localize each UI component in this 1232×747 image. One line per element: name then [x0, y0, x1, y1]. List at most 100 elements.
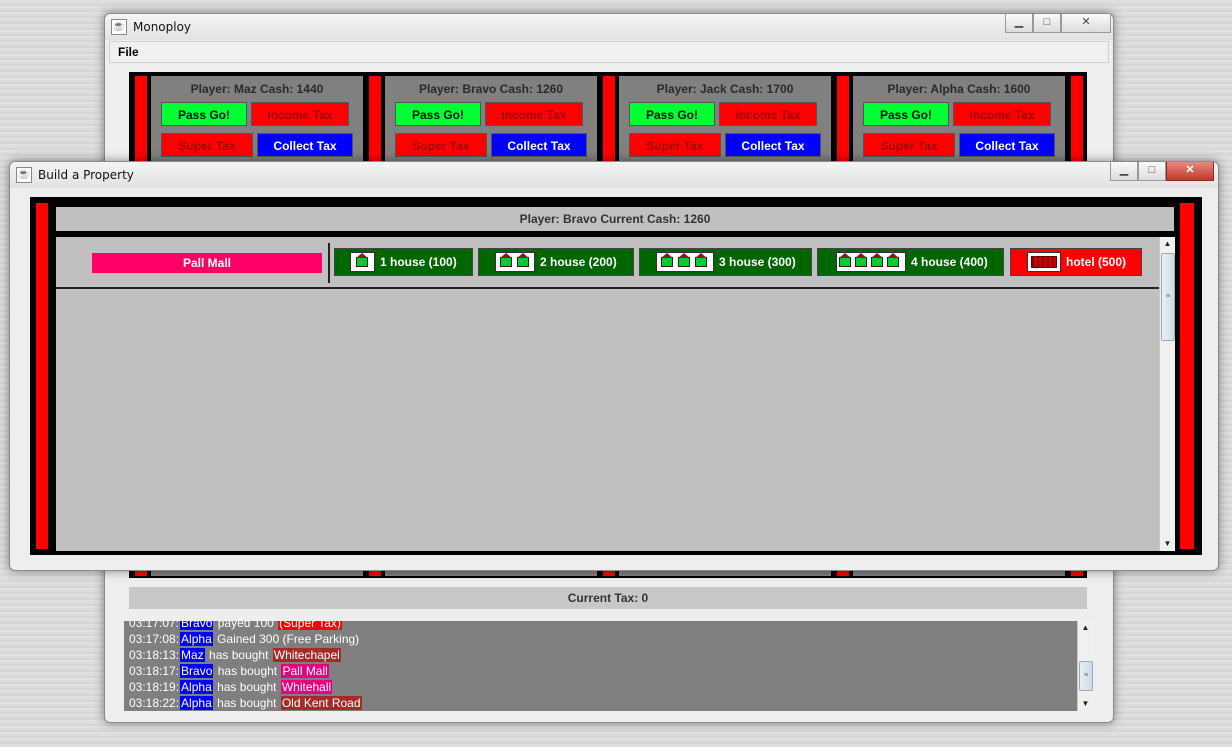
log-entry: 03:18:17: Bravo has bought Pall Mall [128, 663, 329, 679]
option-label: 1 house (100) [380, 255, 457, 269]
log-tag: Whitehall [280, 680, 333, 694]
log-player: Alpha [180, 680, 213, 694]
log-tag: Old Kent Road [280, 696, 362, 710]
super-tax-button[interactable]: Super Tax [395, 133, 487, 157]
minimize-button[interactable]: ▁ [1110, 162, 1138, 181]
super-tax-button[interactable]: Super Tax [629, 133, 721, 157]
scroll-up-arrow-icon[interactable]: ▲ [1160, 237, 1175, 251]
log-text: has bought [214, 664, 281, 678]
pass-go-button[interactable]: Pass Go! [863, 102, 949, 126]
player-header: Player: Maz Cash: 1440 [190, 82, 324, 96]
collect-tax-button[interactable]: Collect Tax [725, 133, 821, 157]
log-time: 03:18:17: [129, 664, 180, 678]
log-time: 03:17:07: [129, 621, 180, 630]
income-tax-button[interactable]: Income Tax [251, 102, 349, 126]
log-entry: 03:17:08: Alpha Gained 300 (Free Parking) [128, 631, 360, 647]
property-name-label: Pall Mall [92, 253, 322, 273]
income-tax-button[interactable]: Income Tax [953, 102, 1051, 126]
house-icon [661, 253, 673, 267]
log-time: 03:18:19: [129, 680, 180, 694]
house-icon [887, 253, 899, 267]
house-icon [356, 253, 368, 267]
pass-go-button[interactable]: Pass Go! [629, 102, 715, 126]
house-icon [656, 252, 714, 272]
maximize-button[interactable]: □ [1138, 162, 1166, 181]
log-text: has bought [205, 648, 272, 662]
java-icon: ☕ [111, 19, 127, 35]
player-header: Player: Alpha Cash: 1600 [887, 82, 1031, 96]
scroll-up-arrow-icon[interactable]: ▲ [1078, 621, 1093, 635]
hotel-icon [1027, 252, 1061, 272]
log-player: Bravo [180, 664, 214, 678]
hotel-icon [1031, 256, 1057, 268]
house-icon [695, 253, 707, 267]
pass-go-button[interactable]: Pass Go! [161, 102, 247, 126]
income-tax-button[interactable]: Income Tax [719, 102, 817, 126]
income-tax-button[interactable]: Income Tax [485, 102, 583, 126]
log-time: 03:17:08: [129, 632, 180, 646]
super-tax-button[interactable]: Super Tax [161, 133, 253, 157]
close-button[interactable]: ✕ [1061, 14, 1111, 33]
house-icon [350, 252, 375, 272]
pass-go-button[interactable]: Pass Go! [395, 102, 481, 126]
log-player: Bravo [180, 621, 214, 630]
scroll-thumb[interactable]: ≡ [1161, 253, 1175, 341]
build-3-house-button[interactable]: 3 house (300) [639, 248, 812, 276]
house-icon [836, 252, 906, 272]
log-text: has bought [213, 680, 280, 694]
collect-tax-button[interactable]: Collect Tax [959, 133, 1055, 157]
super-tax-button[interactable]: Super Tax [863, 133, 955, 157]
event-log: 03:17:07: Bravo payed 100 (Super Tax) 03:… [124, 621, 1093, 711]
house-icon [495, 252, 535, 272]
log-text: Gained 300 (Free Parking) [213, 632, 360, 646]
main-window-title: Monoploy [133, 20, 192, 34]
collect-tax-button[interactable]: Collect Tax [491, 133, 587, 157]
log-entry: 03:17:07: Bravo payed 100 (Super Tax) [128, 621, 342, 631]
frame-side-bar [1180, 203, 1194, 549]
menu-file[interactable]: File [118, 45, 139, 59]
build-property-dialog: ☕ Build a Property ▁ □ ✕ Player: Bravo C… [9, 161, 1219, 571]
option-label: hotel (500) [1066, 255, 1127, 269]
log-scrollbar[interactable]: ▲ ≡ ▼ [1077, 621, 1093, 711]
log-time: 03:18:22: [129, 696, 180, 710]
build-scrollbar[interactable]: ▲ ≡ ▼ [1159, 237, 1175, 551]
house-icon [839, 253, 851, 267]
collect-tax-button[interactable]: Collect Tax [257, 133, 353, 157]
scroll-down-arrow-icon[interactable]: ▼ [1160, 537, 1175, 551]
log-tag: Pall Mall [281, 664, 329, 678]
minimize-button[interactable]: ▁ [1005, 14, 1033, 33]
dialog-titlebar[interactable]: ☕ Build a Property ▁ □ ✕ [10, 162, 1218, 188]
dialog-player-header: Player: Bravo Current Cash: 1260 [56, 207, 1174, 231]
log-tag: Whitechapel [272, 648, 341, 662]
option-label: 3 house (300) [719, 255, 796, 269]
build-hotel-button[interactable]: hotel (500) [1010, 248, 1142, 276]
vertical-divider [328, 243, 330, 283]
log-tag: (Super Tax) [278, 621, 342, 630]
option-label: 2 house (200) [540, 255, 617, 269]
player-header: Player: Jack Cash: 1700 [656, 82, 794, 96]
log-entry: 03:18:22: Alpha has bought Old Kent Road [128, 695, 362, 711]
scroll-down-arrow-icon[interactable]: ▼ [1078, 697, 1093, 711]
log-player: Alpha [180, 632, 213, 646]
house-icon [678, 253, 690, 267]
main-titlebar[interactable]: ☕ Monoploy ▁ □ ✕ [105, 14, 1113, 40]
row-separator [56, 287, 1160, 289]
maximize-button[interactable]: □ [1033, 14, 1061, 33]
log-entry: 03:18:13: Maz has bought Whitechapel [128, 647, 341, 663]
log-time: 03:18:13: [129, 648, 180, 662]
java-icon: ☕ [16, 167, 32, 183]
scroll-thumb[interactable]: ≡ [1079, 661, 1093, 691]
log-text: payed 100 [214, 621, 278, 630]
log-text: has bought [213, 696, 280, 710]
build-2-house-button[interactable]: 2 house (200) [478, 248, 634, 276]
build-1-house-button[interactable]: 1 house (100) [334, 248, 473, 276]
close-button[interactable]: ✕ [1166, 162, 1214, 181]
build-options-panel: Pall Mall 1 house (100) 2 house (200) 3 … [56, 237, 1175, 551]
house-icon [855, 253, 867, 267]
current-tax-label: Current Tax: 0 [129, 587, 1087, 609]
menubar: File [109, 41, 1109, 63]
dialog-title: Build a Property [38, 168, 134, 182]
log-player: Maz [180, 648, 205, 662]
build-4-house-button[interactable]: 4 house (400) [817, 248, 1004, 276]
build-frame: Player: Bravo Current Cash: 1260 Pall Ma… [30, 197, 1202, 555]
